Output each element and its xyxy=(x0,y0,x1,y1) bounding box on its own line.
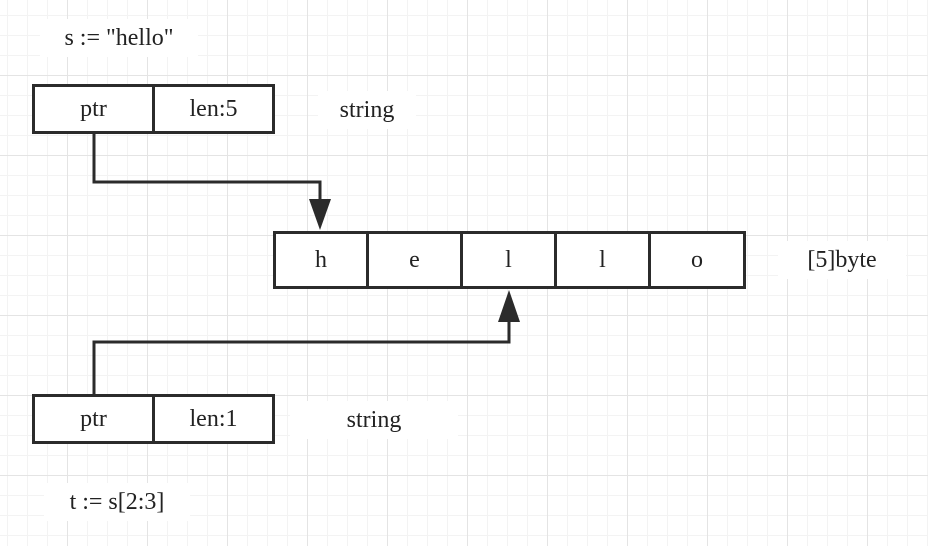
t-declaration: t := s[2:3] xyxy=(44,483,190,521)
s-len-field: len:5 xyxy=(155,84,275,134)
t-len-label: len:1 xyxy=(189,405,238,432)
byte-array-type-label: [5]byte xyxy=(778,241,906,279)
t-type-label: string xyxy=(290,401,458,439)
s-len-label: len:5 xyxy=(189,95,238,122)
s-ptr-field: ptr xyxy=(32,84,155,134)
s-ptr-label: ptr xyxy=(80,95,107,122)
byte-cell-3: l xyxy=(557,231,651,289)
t-ptr-arrow-line xyxy=(92,314,511,394)
t-ptr-label: ptr xyxy=(80,405,107,432)
s-declaration: s := "hello" xyxy=(40,19,198,57)
s-ptr-arrow-line xyxy=(92,134,322,207)
byte-cell-4-label: o xyxy=(691,246,703,273)
diagram-canvas: s := "hello" ptr len:5 string h e l l o … xyxy=(0,0,928,546)
byte-cell-0: h xyxy=(273,231,369,289)
byte-cell-1: e xyxy=(369,231,463,289)
t-ptr-field: ptr xyxy=(32,394,155,444)
byte-cell-2: l xyxy=(463,231,557,289)
byte-cell-1-label: e xyxy=(409,246,420,273)
byte-cell-0-label: h xyxy=(315,246,327,273)
t-ptr-arrowhead xyxy=(498,290,520,322)
byte-cell-4: o xyxy=(651,231,746,289)
s-ptr-arrowhead xyxy=(309,199,331,230)
t-len-field: len:1 xyxy=(155,394,275,444)
s-type-label: string xyxy=(318,91,416,129)
byte-cell-3-label: l xyxy=(599,246,606,273)
byte-cell-2-label: l xyxy=(505,246,512,273)
